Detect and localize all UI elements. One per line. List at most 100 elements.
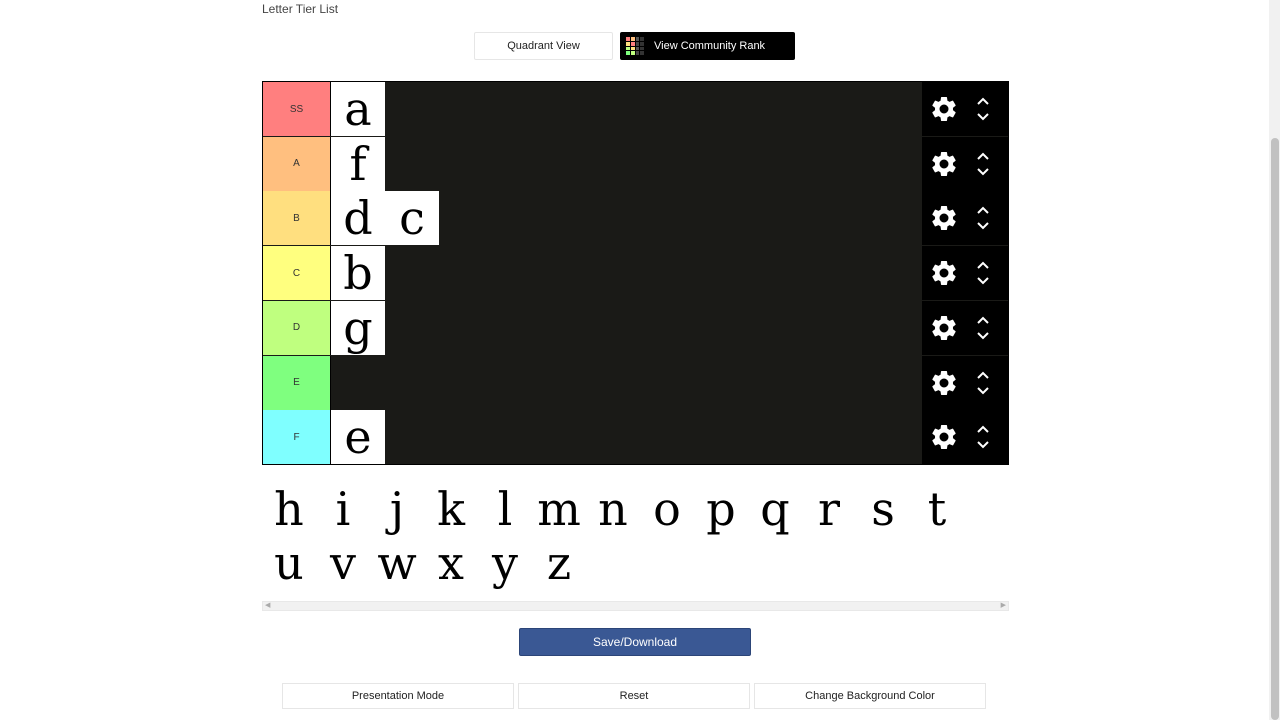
- tier-row: Af: [263, 136, 1008, 191]
- letter-tile[interactable]: h: [262, 482, 316, 536]
- scrollbar-thumb[interactable]: [1271, 138, 1279, 720]
- chevron-up-icon[interactable]: [976, 152, 990, 161]
- tier-table: SS a Af Bd c Cb Dg E Fe: [262, 81, 1009, 465]
- letter-tile[interactable]: g: [331, 300, 385, 355]
- move-tier-arrows: [976, 152, 990, 176]
- tier-controls: [922, 355, 1008, 410]
- tier-row: E: [263, 355, 1008, 410]
- tier-controls: [922, 300, 1008, 355]
- letter-tile[interactable]: z: [532, 536, 586, 590]
- page-title: Letter Tier List: [262, 2, 339, 16]
- tier-row: SS a: [263, 82, 1008, 136]
- letter-tile[interactable]: m: [532, 482, 586, 536]
- move-tier-arrows: [976, 206, 990, 230]
- tier-label[interactable]: D: [263, 300, 331, 355]
- gear-icon[interactable]: [924, 313, 964, 343]
- tier-drop-zone[interactable]: e: [331, 410, 922, 465]
- move-tier-arrows: [976, 371, 990, 395]
- tier-drop-zone[interactable]: f: [331, 136, 922, 191]
- grid-icon: [626, 37, 644, 55]
- letter-tile[interactable]: n: [586, 482, 640, 536]
- view-community-rank-button[interactable]: View Community Rank: [620, 32, 795, 60]
- gear-icon[interactable]: [924, 149, 964, 179]
- chevron-down-icon[interactable]: [976, 276, 990, 285]
- tier-drop-zone[interactable]: g: [331, 300, 922, 355]
- letter-tile[interactable]: i: [316, 482, 370, 536]
- chevron-up-icon[interactable]: [976, 371, 990, 380]
- letter-tile[interactable]: p: [694, 482, 748, 536]
- chevron-up-icon[interactable]: [976, 261, 990, 270]
- gear-icon[interactable]: [924, 258, 964, 288]
- tier-label[interactable]: SS: [263, 82, 331, 136]
- move-tier-arrows: [976, 97, 990, 121]
- letter-tile[interactable]: s: [856, 482, 910, 536]
- tier-drop-zone[interactable]: b: [331, 246, 922, 301]
- tier-drop-zone[interactable]: a: [331, 82, 922, 136]
- letter-tile[interactable]: y: [478, 536, 532, 590]
- unranked-pool: hijklmnopqrst uvwxyz: [262, 482, 1009, 590]
- gear-icon[interactable]: [924, 368, 964, 398]
- letter-tile[interactable]: b: [331, 246, 385, 301]
- letter-tile[interactable]: u: [262, 536, 316, 590]
- gear-icon[interactable]: [924, 94, 964, 124]
- tier-drop-zone[interactable]: dc: [331, 191, 922, 246]
- chevron-up-icon[interactable]: [976, 316, 990, 325]
- move-tier-arrows: [976, 425, 990, 449]
- chevron-up-icon[interactable]: [976, 425, 990, 434]
- letter-tile[interactable]: o: [640, 482, 694, 536]
- letter-tile[interactable]: x: [424, 536, 478, 590]
- letter-tile[interactable]: k: [424, 482, 478, 536]
- letter-tile[interactable]: q: [748, 482, 802, 536]
- scroll-left-icon[interactable]: ◀: [265, 602, 270, 610]
- save-download-button[interactable]: Save/Download: [519, 628, 751, 656]
- tier-controls: [922, 191, 1008, 246]
- scroll-right-icon[interactable]: ▶: [1001, 602, 1006, 610]
- letter-tile[interactable]: r: [802, 482, 856, 536]
- letter-tile[interactable]: c: [385, 191, 439, 246]
- gear-icon[interactable]: [924, 203, 964, 233]
- letter-tile[interactable]: l: [478, 482, 532, 536]
- chevron-down-icon[interactable]: [976, 112, 990, 121]
- tier-row: Fe: [263, 410, 1008, 465]
- page-scrollbar[interactable]: [1269, 0, 1280, 720]
- view-toggle-group: Quadrant View View Community Rank: [474, 32, 795, 60]
- quadrant-view-button[interactable]: Quadrant View: [474, 32, 613, 60]
- horizontal-scrollbar[interactable]: ◀ ▶: [262, 601, 1009, 611]
- chevron-up-icon[interactable]: [976, 97, 990, 106]
- reset-button[interactable]: Reset: [518, 683, 750, 709]
- tier-row: Cb: [263, 246, 1008, 301]
- tier-label[interactable]: A: [263, 136, 331, 191]
- chevron-up-icon[interactable]: [976, 206, 990, 215]
- chevron-down-icon[interactable]: [976, 167, 990, 176]
- letter-tile[interactable]: v: [316, 536, 370, 590]
- move-tier-arrows: [976, 261, 990, 285]
- chevron-down-icon[interactable]: [976, 221, 990, 230]
- move-tier-arrows: [976, 316, 990, 340]
- chevron-down-icon[interactable]: [976, 440, 990, 449]
- letter-tile[interactable]: f: [331, 136, 385, 191]
- tier-label[interactable]: E: [263, 355, 331, 410]
- letter-tile[interactable]: t: [910, 482, 964, 536]
- letter-tile[interactable]: d: [331, 191, 385, 246]
- tier-controls: [922, 136, 1008, 191]
- tier-row: Bdc: [263, 191, 1008, 246]
- letter-tile[interactable]: w: [370, 536, 424, 590]
- presentation-mode-button[interactable]: Presentation Mode: [282, 683, 514, 709]
- letter-tile[interactable]: e: [331, 410, 385, 465]
- tier-row: Dg: [263, 300, 1008, 355]
- view-community-rank-label: View Community Rank: [654, 40, 766, 52]
- tier-controls: [922, 410, 1008, 465]
- chevron-down-icon[interactable]: [976, 331, 990, 340]
- letter-tile[interactable]: j: [370, 482, 424, 536]
- chevron-down-icon[interactable]: [976, 386, 990, 395]
- change-background-color-button[interactable]: Change Background Color: [754, 683, 986, 709]
- tier-label[interactable]: C: [263, 246, 331, 301]
- letter-tile[interactable]: a: [331, 82, 385, 136]
- bottom-action-bar: Presentation Mode Reset Change Backgroun…: [282, 683, 986, 709]
- gear-icon[interactable]: [924, 422, 964, 452]
- tier-controls: [922, 82, 1008, 136]
- tier-label[interactable]: F: [263, 410, 331, 465]
- tier-controls: [922, 246, 1008, 301]
- tier-label[interactable]: B: [263, 191, 331, 246]
- tier-drop-zone[interactable]: [331, 355, 922, 410]
